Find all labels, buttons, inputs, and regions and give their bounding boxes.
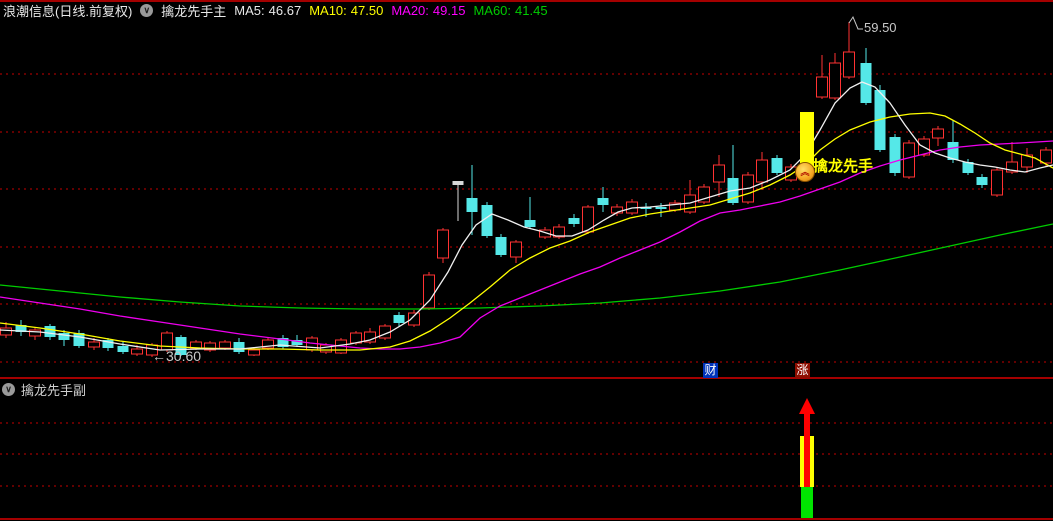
candle-body-up [0,327,12,336]
candle-body-down [393,315,405,323]
candle-body-up [248,349,260,356]
candle-body-up [991,169,1003,196]
ma10-legend: MA10: 47.50 [309,3,383,18]
ma20-legend: MA20: 49.15 [391,3,465,18]
candle-body-up [932,128,944,139]
high-price-label: 59.50 [864,20,897,35]
candle-body-down [466,198,478,212]
ma60-label: MA60: [473,2,512,18]
candle-body-up [437,229,449,259]
panel-border [0,377,1053,379]
ma-line-ma5 [0,81,1053,351]
sub-panel-header: ∨ 擒龙先手副 [2,380,86,399]
ma60-value: 41.45 [515,2,548,18]
trading-app-window: 浪潮信息(日线.前复权) ∨ 擒龙先手主 MA5: 46.67 MA10: 47… [0,0,1053,521]
candle-body-down [976,177,988,185]
main-chart-header: 浪潮信息(日线.前复权) ∨ 擒龙先手主 MA5: 46.67 MA10: 47… [3,1,548,20]
candle-body-down [597,198,609,205]
sub-indicator-name[interactable]: 擒龙先手副 [21,380,86,399]
ma60-legend: MA60: 41.45 [473,3,547,18]
wealth-badge: 财 [703,363,718,378]
candle-body-doji [452,181,464,185]
candle-body-up [756,159,768,183]
candle-body-down [524,220,536,227]
candle-body-up [510,241,522,258]
candle-body-up [131,348,143,355]
sub-green-bar [801,487,813,518]
price-chart-canvas[interactable] [0,0,1053,521]
ma5-value: 46.67 [268,2,302,18]
ma10-value: 47.50 [350,2,384,18]
sub-arrow-shaft [804,410,810,487]
high-pointer-line [848,15,863,30]
candle-body-down [889,137,901,173]
ma20-label: MA20: [391,2,429,18]
candle-body-down [117,346,129,352]
sub-arrow-head [799,398,815,414]
candle-body-down [233,342,245,352]
candle-body-up [219,341,231,349]
candle-body-up [1040,149,1052,164]
ma5-label: MA5: [234,2,265,18]
candle-body-up [829,62,841,99]
dragon-signal-icon: ︽ [795,162,815,182]
candle-body-down [568,218,580,224]
ma10-label: MA10: [309,2,347,18]
candle-body-up [843,51,855,78]
candle-body-down [771,158,783,173]
candle-body-up [88,341,100,348]
dragon-signal-label: 擒龙先手 [813,158,874,175]
candle-body-down [495,237,507,255]
candle-body-down [44,326,56,337]
panel-border [0,518,1053,520]
candle-body-up [816,76,828,98]
stock-title: 浪潮信息(日线.前复权) [3,3,133,19]
chevron-down-icon[interactable]: ∨ [140,3,154,17]
chevron-down-icon[interactable]: ∨ [2,383,15,396]
candle-body-up [713,164,725,183]
candle-body-up [29,329,41,337]
ma-line-ma60 [0,223,1053,310]
candle-body-down [655,207,667,209]
candle-body-up [423,274,435,309]
ma20-value: 49.15 [432,2,466,18]
ma5-legend: MA5: 46.67 [234,3,301,18]
candle-body-up [903,142,915,178]
low-price-label: ←30.60 [152,348,202,364]
rise-badge: 涨 [795,363,810,378]
main-indicator-name[interactable]: 擒龙先手主 [161,1,226,20]
